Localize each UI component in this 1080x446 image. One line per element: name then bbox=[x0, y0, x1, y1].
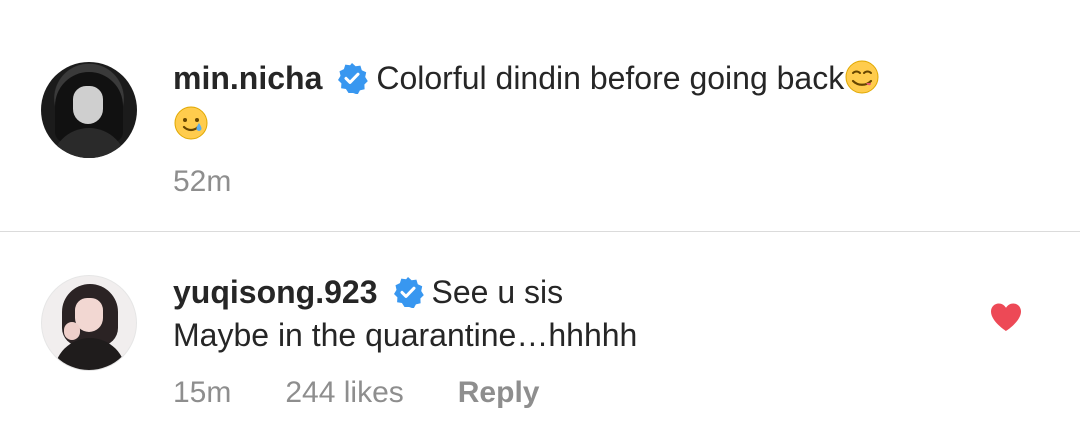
timestamp: 15m bbox=[173, 376, 232, 409]
comment-text: See u sis bbox=[431, 274, 564, 310]
username[interactable]: yuqisong.923 bbox=[173, 274, 378, 310]
heart-icon[interactable] bbox=[989, 301, 1023, 333]
comment-text-line: min.nicha Colorful dindin before going b… bbox=[173, 58, 880, 98]
comment-text: Colorful dindin before going back bbox=[376, 60, 845, 96]
verified-badge-icon bbox=[338, 63, 369, 94]
avatar-face bbox=[73, 86, 103, 124]
comment-meta: 52m bbox=[173, 164, 231, 200]
smiling-face-with-tear-emoji bbox=[174, 106, 208, 140]
avatar-body bbox=[54, 338, 126, 370]
comment-text: Maybe in the quarantine…hhhhh bbox=[173, 317, 638, 353]
divider bbox=[0, 231, 1080, 232]
username[interactable]: min.nicha bbox=[173, 60, 322, 96]
comment-text-line-2: Maybe in the quarantine…hhhhh bbox=[173, 315, 637, 355]
comment-meta: 15m 244 likes Reply bbox=[173, 375, 539, 411]
comment-text-line: yuqisong.923 See u sis bbox=[173, 272, 563, 312]
reply-button[interactable]: Reply bbox=[458, 376, 540, 409]
avatar[interactable] bbox=[41, 275, 137, 371]
verified-badge-icon bbox=[393, 277, 424, 308]
likes-count[interactable]: 244 likes bbox=[285, 376, 403, 409]
drooling-face-emoji bbox=[845, 60, 879, 94]
avatar-hand bbox=[64, 322, 80, 340]
timestamp: 52m bbox=[173, 165, 232, 198]
avatar[interactable] bbox=[41, 62, 137, 158]
comment-text-line-2 bbox=[173, 104, 209, 144]
